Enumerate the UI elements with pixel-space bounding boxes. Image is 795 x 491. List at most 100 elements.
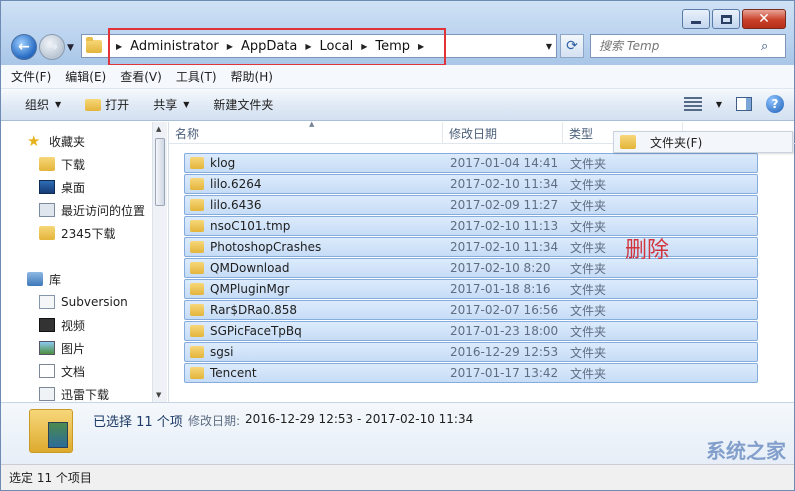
- folder-icon: [39, 226, 55, 240]
- folder-icon: [190, 241, 204, 253]
- search-icon[interactable]: ⌕: [761, 39, 768, 54]
- menu-file[interactable]: 文件(F): [11, 68, 51, 85]
- navigation-pane: ★ 收藏夹 下载 桌面 最近访问的位置 2345下载 库 Subversion: [1, 122, 167, 402]
- nav-label: 文档: [61, 364, 86, 379]
- table-row[interactable]: lilo.6436 2017-02-09 11:27 文件夹: [184, 195, 758, 215]
- breadcrumb-item[interactable]: Administrator: [130, 39, 219, 54]
- maximize-icon: [720, 14, 732, 24]
- folder-icon: [190, 157, 204, 169]
- table-row[interactable]: nsoC101.tmp 2017-02-10 11:13 文件夹: [184, 216, 758, 236]
- nav-documents[interactable]: 文档: [39, 360, 85, 382]
- table-row[interactable]: Rar$DRa0.858 2017-02-07 16:56 文件夹: [184, 300, 758, 320]
- nav-pictures[interactable]: 图片: [39, 337, 85, 359]
- table-row[interactable]: Tencent 2017-01-17 13:42 文件夹: [184, 363, 758, 383]
- pictures-icon: [39, 341, 55, 355]
- search-box: ⌕: [590, 34, 786, 58]
- nav-label: 图片: [61, 341, 86, 356]
- explorer-window: ✕ ← → ▼ ▶ Administrator ▶ AppData ▶ Loca…: [0, 0, 795, 491]
- nav-favorites[interactable]: ★ 收藏夹: [27, 130, 85, 152]
- table-row[interactable]: SGPicFaceTpBq 2017-01-23 18:00 文件夹: [184, 321, 758, 341]
- nav-scrollbar[interactable]: ▲ ▼: [152, 122, 167, 402]
- maximize-button[interactable]: [712, 9, 740, 29]
- nav-label: 迅雷下载: [61, 387, 110, 402]
- modified-label: 修改日期:: [188, 414, 241, 428]
- minimize-icon: [691, 20, 701, 24]
- open-folder-icon: [85, 98, 102, 111]
- chevron-right-icon[interactable]: ▶: [361, 42, 367, 51]
- folder-icon: [190, 220, 204, 232]
- column-date[interactable]: 修改日期: [443, 122, 563, 144]
- share-button[interactable]: 共享 ▼: [153, 96, 189, 113]
- downloads-folder-icon: [39, 157, 55, 171]
- watermark-logo: 系统之家: [706, 439, 786, 463]
- breadcrumb-item[interactable]: Temp: [375, 39, 410, 54]
- nav-label: Subversion: [61, 295, 128, 309]
- new-folder-button[interactable]: 新建文件夹: [213, 96, 273, 113]
- table-row[interactable]: klog 2017-01-04 14:41 文件夹: [184, 153, 758, 173]
- nav-libraries[interactable]: 库: [27, 268, 61, 290]
- chevron-down-icon[interactable]: ▼: [716, 100, 722, 109]
- nav-desktop[interactable]: 桌面: [39, 176, 85, 198]
- scroll-down-icon[interactable]: ▼: [156, 391, 161, 399]
- address-bar[interactable]: ▶ Administrator ▶ AppData ▶ Local ▶ Temp…: [81, 34, 557, 58]
- status-text: 选定 11 个项目: [9, 471, 92, 485]
- chevron-right-icon[interactable]: ▶: [227, 42, 233, 51]
- menu-help[interactable]: 帮助(H): [231, 68, 273, 85]
- chevron-down-icon: ▼: [183, 100, 190, 109]
- table-row[interactable]: PhotoshopCrashes 2017-02-10 11:34 文件夹: [184, 237, 758, 257]
- folder-icon: [190, 325, 204, 337]
- open-button[interactable]: 打开: [85, 96, 129, 113]
- nav-recent-places[interactable]: 最近访问的位置: [39, 199, 145, 221]
- nav-label: 收藏夹: [49, 134, 86, 149]
- nav-downloads[interactable]: 下载: [39, 153, 85, 175]
- library-folder-icon: [39, 295, 55, 309]
- view-options-icon[interactable]: [683, 97, 702, 111]
- folder-icon: [190, 304, 204, 316]
- table-row[interactable]: sgsi 2016-12-29 12:53 文件夹: [184, 342, 758, 362]
- folder-icon: [190, 283, 204, 295]
- column-name[interactable]: ▲ 名称: [169, 120, 443, 144]
- breadcrumb-item[interactable]: AppData: [241, 39, 297, 54]
- minimize-button[interactable]: [682, 9, 710, 29]
- preview-pane-icon[interactable]: [736, 97, 752, 111]
- menu-tools[interactable]: 工具(T): [176, 68, 217, 85]
- menu-view[interactable]: 查看(V): [120, 68, 162, 85]
- recent-pages-dropdown[interactable]: ▼: [67, 43, 74, 53]
- table-row[interactable]: lilo.6264 2017-02-10 11:34 文件夹: [184, 174, 758, 194]
- video-icon: [39, 318, 55, 332]
- selection-thumbnail-icon: [29, 409, 73, 453]
- nav-label: 库: [49, 272, 62, 287]
- scrollbar-thumb[interactable]: [155, 138, 165, 206]
- view-controls: ▼ ?: [683, 95, 784, 113]
- breadcrumb-item[interactable]: Local: [320, 39, 354, 54]
- close-button[interactable]: ✕: [742, 9, 786, 29]
- folder-icon: [620, 135, 636, 149]
- nav-subversion[interactable]: Subversion: [39, 291, 128, 313]
- library-icon: [27, 272, 43, 286]
- chevron-right-icon[interactable]: ▶: [418, 42, 424, 51]
- nav-2345-downloads[interactable]: 2345下载: [39, 222, 116, 244]
- organize-button[interactable]: 组织 ▼: [25, 96, 61, 113]
- refresh-button[interactable]: ⟳: [560, 34, 584, 58]
- table-row[interactable]: QMPluginMgr 2017-01-18 8:16 文件夹: [184, 279, 758, 299]
- chevron-down-icon[interactable]: ▼: [546, 42, 552, 51]
- nav-videos[interactable]: 视频: [39, 314, 85, 336]
- forward-button[interactable]: →: [39, 34, 65, 60]
- star-icon: ★: [27, 131, 41, 150]
- menu-edit[interactable]: 编辑(E): [65, 68, 106, 85]
- refresh-icon: ⟳: [566, 38, 578, 54]
- chevron-right-icon[interactable]: ▶: [116, 42, 122, 51]
- chevron-right-icon[interactable]: ▶: [305, 42, 311, 51]
- selected-count: 已选择 11 个项: [93, 415, 183, 430]
- scroll-up-icon[interactable]: ▲: [156, 125, 161, 133]
- search-input[interactable]: [591, 39, 761, 53]
- title-bar: ✕ ← → ▼ ▶ Administrator ▶ AppData ▶ Loca…: [1, 1, 794, 66]
- organize-label: 组织: [25, 98, 50, 112]
- back-button[interactable]: ←: [11, 34, 37, 60]
- help-icon[interactable]: ?: [766, 95, 784, 113]
- window-controls: ✕: [682, 9, 786, 29]
- menu-bar: 文件(F) 编辑(E) 查看(V) 工具(T) 帮助(H): [1, 65, 794, 89]
- status-bar: 选定 11 个项目: [1, 464, 794, 490]
- table-row[interactable]: QMDownload 2017-02-10 8:20 文件夹: [184, 258, 758, 278]
- folder-icon: [86, 36, 102, 53]
